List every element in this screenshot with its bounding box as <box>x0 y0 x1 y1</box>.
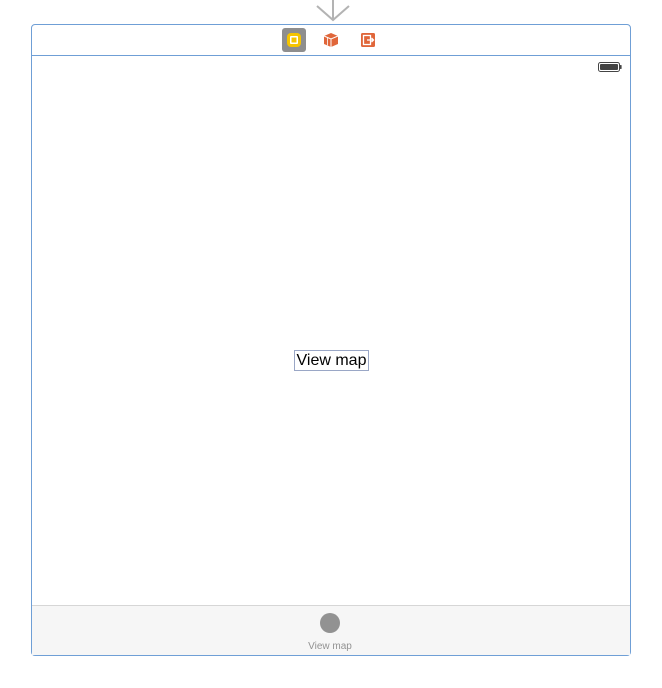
circle-icon <box>320 613 340 633</box>
battery-icon <box>598 62 622 72</box>
storyboard-canvas: View map View map <box>0 0 662 688</box>
view-map-button[interactable]: View map <box>294 350 369 371</box>
first-responder-icon[interactable] <box>319 28 343 52</box>
tab-view-map[interactable]: View map <box>291 606 371 655</box>
scene-dock <box>32 25 630 56</box>
entry-point-arrow-icon[interactable] <box>315 0 351 24</box>
exit-icon[interactable] <box>356 28 380 52</box>
view-controller-icon[interactable] <box>282 28 306 52</box>
main-view: View map View map <box>32 56 630 655</box>
view-controller-scene[interactable]: View map View map <box>31 24 631 656</box>
tab-bar: View map <box>32 605 630 655</box>
tab-label: View map <box>308 641 352 652</box>
status-bar <box>32 56 630 76</box>
